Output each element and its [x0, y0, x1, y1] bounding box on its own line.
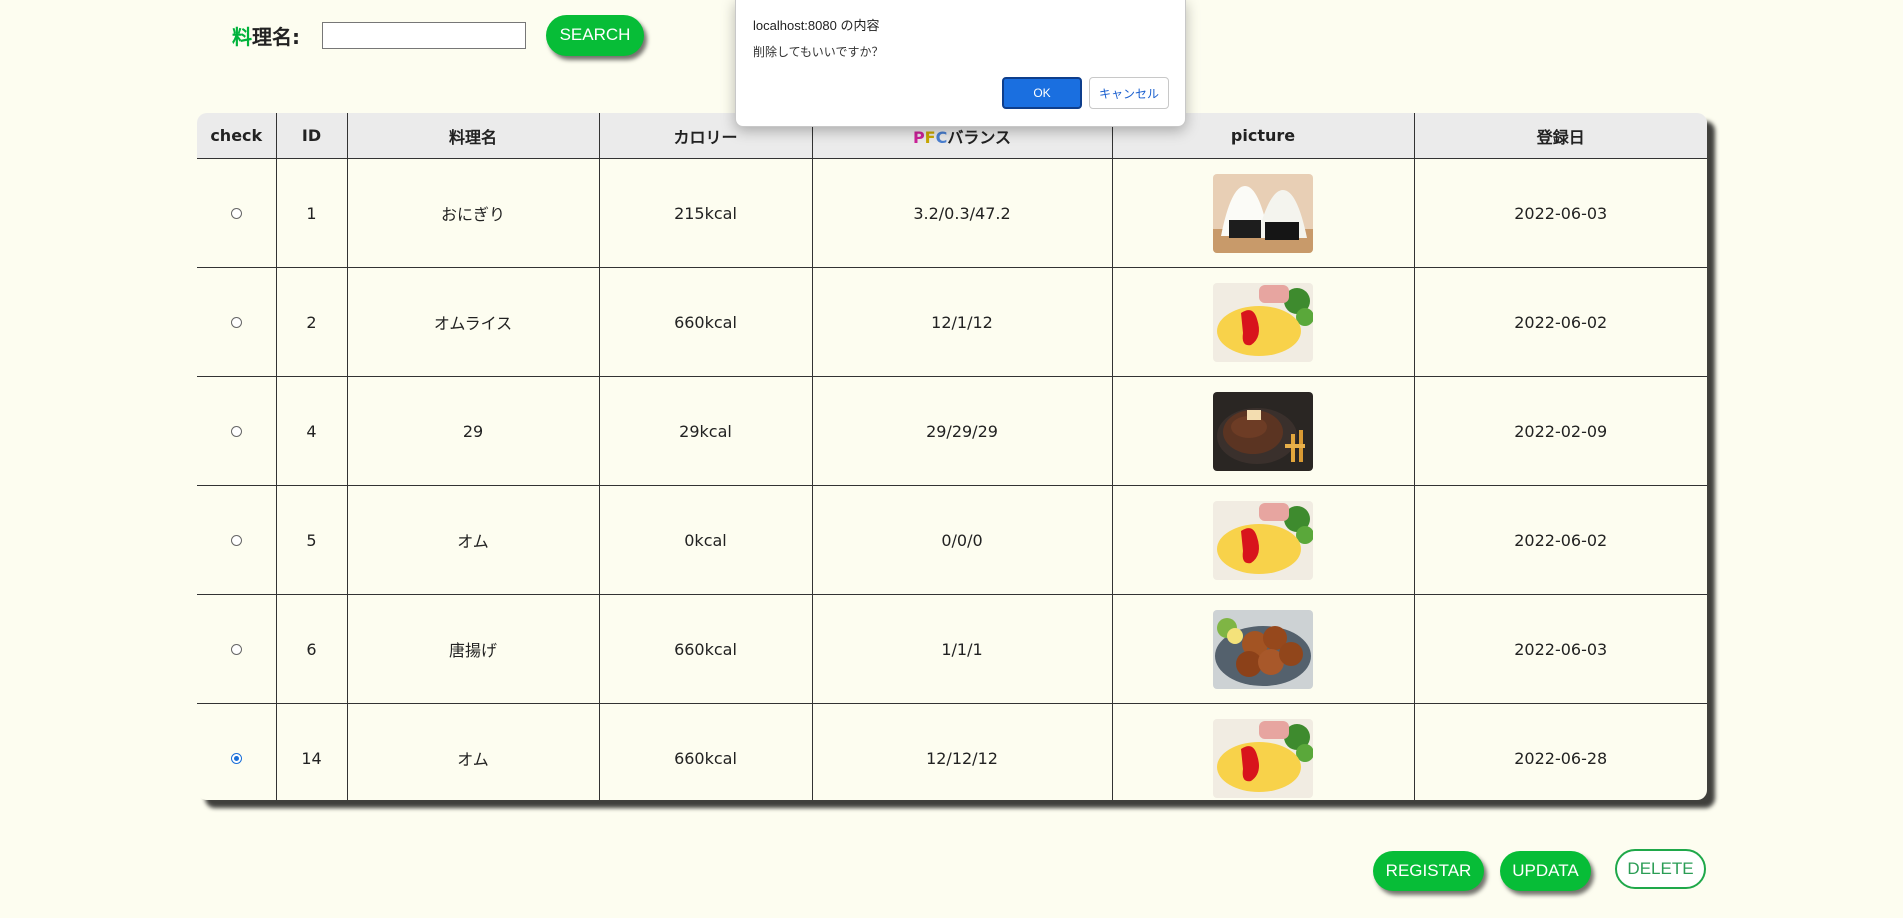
calorie-cell: 660kcal [598, 703, 813, 800]
dialog-cancel-button[interactable]: キャンセル [1089, 77, 1169, 109]
pfc-cell: 12/1/12 [811, 267, 1113, 377]
omurice-photo [1213, 718, 1313, 798]
pfc-cell: 12/12/12 [811, 703, 1113, 800]
picture-cell [1111, 485, 1415, 595]
check-cell [197, 267, 277, 377]
dialog-title: localhost:8080 の内容 [753, 18, 880, 33]
date-cell: 2022-06-02 [1413, 485, 1707, 595]
row-select-radio[interactable] [230, 752, 242, 764]
id-cell: 5 [275, 485, 348, 595]
picture-cell [1111, 703, 1415, 800]
name-cell: オムライス [346, 267, 600, 377]
id-cell: 14 [275, 703, 348, 800]
header-pfc-rest: バランス [947, 127, 1012, 147]
karaage-photo [1213, 609, 1313, 689]
header-id: ID [275, 113, 348, 159]
table-row: 6 唐揚げ 660kcal 1/1/1 2022-06-03 [197, 594, 1707, 704]
id-cell: 2 [275, 267, 348, 377]
header-pfc-c: C [935, 127, 948, 147]
calorie-cell: 0kcal [598, 485, 813, 595]
date-cell: 2022-02-09 [1413, 376, 1707, 486]
row-select-radio[interactable] [230, 207, 242, 219]
calorie-cell: 660kcal [598, 267, 813, 377]
header-pfc-p: P [912, 127, 925, 147]
check-cell [197, 376, 277, 486]
table-row: 4 29 29kcal 29/29/29 2022-02-09 [197, 376, 1707, 486]
date-cell: 2022-06-28 [1413, 703, 1707, 800]
search-button[interactable]: SEARCH [546, 14, 644, 56]
check-cell [197, 594, 277, 704]
table-row: 2 オムライス 660kcal 12/1/12 2022-06-02 [197, 267, 1707, 377]
pfc-cell: 29/29/29 [811, 376, 1113, 486]
row-select-radio[interactable] [230, 643, 242, 655]
check-cell [197, 485, 277, 595]
search-label-accent: 料 [232, 24, 252, 49]
id-cell: 6 [275, 594, 348, 704]
picture-cell [1111, 267, 1415, 377]
table-row: 14 オム 660kcal 12/12/12 2022-06-28 [197, 703, 1707, 800]
row-select-radio[interactable] [230, 534, 242, 546]
delete-button[interactable]: DELETE [1615, 849, 1706, 889]
dish-table-container: check ID 料理名 カロリー PFCバランス picture 登録日 1お… [197, 113, 1707, 800]
name-cell: オム [346, 703, 600, 800]
search-label-text: 理名: [252, 24, 300, 49]
row-select-radio[interactable] [230, 316, 242, 328]
search-label: 料理名: [232, 21, 300, 50]
dish-table: check ID 料理名 カロリー PFCバランス picture 登録日 1お… [197, 113, 1707, 800]
date-cell: 2022-06-03 [1413, 158, 1707, 268]
id-cell: 4 [275, 376, 348, 486]
check-cell [197, 158, 277, 268]
omurice-photo [1213, 282, 1313, 362]
name-cell: 29 [346, 376, 600, 486]
header-check: check [197, 113, 277, 159]
omurice-photo [1213, 500, 1313, 580]
name-cell: 唐揚げ [346, 594, 600, 704]
calorie-cell: 29kcal [598, 376, 813, 486]
registar-button[interactable]: REGISTAR [1373, 851, 1484, 891]
table-row: 1 おにぎり 215kcal 3.2/0.3/47.2 2022-06-03 [197, 158, 1707, 268]
calorie-cell: 215kcal [598, 158, 813, 268]
search-bar: 料理名: SEARCH [232, 13, 644, 57]
pfc-cell: 3.2/0.3/47.2 [811, 158, 1113, 268]
updata-button[interactable]: UPDATA [1500, 851, 1591, 891]
dialog-message: 削除してもいいですか？ [753, 45, 884, 59]
row-select-radio[interactable] [230, 425, 242, 437]
picture-cell [1111, 376, 1415, 486]
date-cell: 2022-06-02 [1413, 267, 1707, 377]
name-cell: おにぎり [346, 158, 600, 268]
dialog-ok-button[interactable]: OK [1002, 77, 1082, 109]
onigiri-photo [1213, 173, 1313, 253]
search-input[interactable] [322, 21, 526, 49]
steak-photo [1213, 391, 1313, 471]
date-cell: 2022-06-03 [1413, 594, 1707, 704]
id-cell: 1 [275, 158, 348, 268]
pfc-cell: 0/0/0 [811, 485, 1113, 595]
picture-cell [1111, 594, 1415, 704]
picture-cell [1111, 158, 1415, 268]
header-name: 料理名 [346, 113, 600, 159]
table-row: 5 オム 0kcal 0/0/0 2022-06-02 [197, 485, 1707, 595]
name-cell: オム [346, 485, 600, 595]
confirm-dialog: localhost:8080 の内容 削除してもいいですか？ OK キャンセル [735, 0, 1186, 127]
pfc-cell: 1/1/1 [811, 594, 1113, 704]
header-date: 登録日 [1413, 113, 1707, 159]
check-cell [197, 703, 277, 800]
header-pfc-f: F [924, 127, 936, 147]
calorie-cell: 660kcal [598, 594, 813, 704]
